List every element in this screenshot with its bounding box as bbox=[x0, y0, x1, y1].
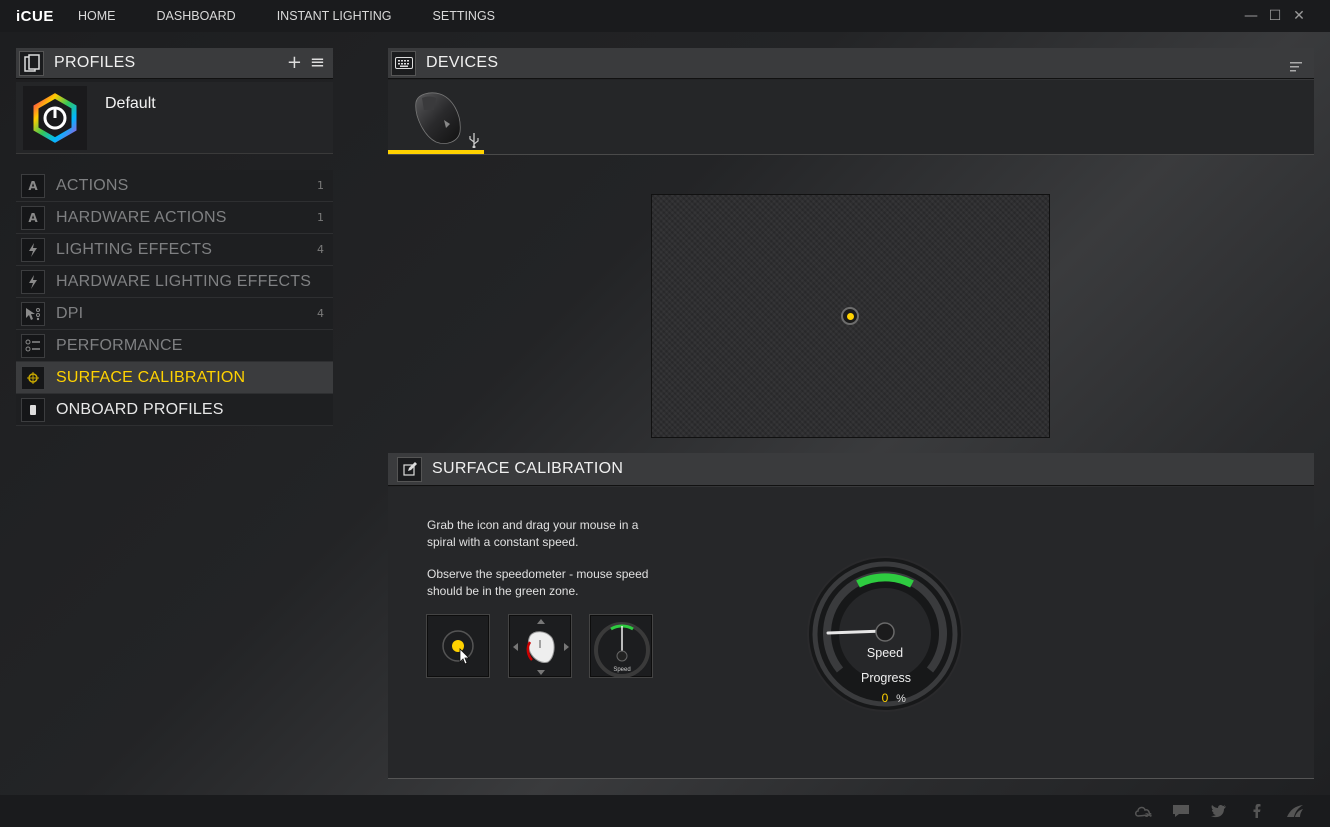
count-badge: 4 bbox=[317, 307, 324, 320]
count-badge: 1 bbox=[317, 179, 324, 192]
instruction-text-2: Observe the speedometer - mouse speed sh… bbox=[427, 567, 649, 598]
menu-item-hardware-lighting-effects[interactable]: HARDWARE LIGHTING EFFECTS bbox=[16, 266, 333, 298]
app-logo: iCUE bbox=[16, 7, 54, 25]
twitter-icon[interactable] bbox=[1210, 803, 1228, 819]
nav-dashboard[interactable]: DASHBOARD bbox=[157, 9, 236, 23]
calibration-header: SURFACE CALIBRATION bbox=[388, 453, 1314, 486]
performance-icon bbox=[21, 333, 45, 358]
profiles-title: PROFILES bbox=[54, 54, 136, 71]
chat-icon[interactable] bbox=[1172, 803, 1190, 819]
step-speedometer-tile: Speed bbox=[589, 614, 653, 678]
status-bar: 24 bbox=[0, 795, 1330, 827]
speedometer-gauge: Speed Progress 0 % bbox=[807, 556, 963, 712]
profile-item-default[interactable]: Default bbox=[16, 82, 333, 154]
nav-home[interactable]: HOME bbox=[78, 9, 116, 23]
progress-unit: % bbox=[896, 693, 906, 705]
menu-item-onboard-profiles[interactable]: ONBOARD PROFILES bbox=[16, 394, 333, 426]
svg-text:24: 24 bbox=[1145, 813, 1152, 818]
profile-name: Default bbox=[105, 95, 156, 112]
step-grab-icon-tile bbox=[426, 614, 490, 678]
title-bar: iCUE HOME DASHBOARD INSTANT LIGHTING SET… bbox=[0, 0, 1330, 32]
count-badge: 4 bbox=[317, 243, 324, 256]
a-icon: A bbox=[21, 173, 45, 198]
profile-menu: A ACTIONS 1 A HARDWARE ACTIONS 1 LIGHTIN… bbox=[16, 170, 333, 426]
devices-header: DEVICES bbox=[388, 48, 1314, 79]
menu-item-actions[interactable]: A ACTIONS 1 bbox=[16, 170, 333, 202]
lightning-icon bbox=[21, 269, 45, 294]
grab-cursor-icon bbox=[442, 630, 474, 665]
usb-icon bbox=[469, 133, 479, 148]
instruction-text-1: Grab the icon and drag your mouse in a s… bbox=[427, 518, 639, 549]
crosshair-icon bbox=[21, 365, 45, 390]
maximize-button[interactable]: ☐ bbox=[1268, 6, 1282, 26]
mouse-move-icon bbox=[513, 619, 569, 675]
speed-label: Speed bbox=[867, 646, 903, 660]
menu-item-surface-calibration[interactable]: SURFACE CALIBRATION bbox=[16, 362, 333, 394]
calibration-target-handle[interactable] bbox=[841, 307, 859, 325]
profiles-icon bbox=[19, 50, 44, 76]
memory-icon bbox=[21, 397, 45, 422]
step-mouse-drag-tile bbox=[508, 614, 572, 678]
menu-item-dpi[interactable]: DPI 4 bbox=[16, 298, 333, 330]
devices-title: DEVICES bbox=[426, 54, 499, 71]
nav-instant-lighting[interactable]: INSTANT LIGHTING bbox=[277, 9, 392, 23]
a-icon: A bbox=[21, 205, 45, 230]
count-badge: 1 bbox=[317, 211, 324, 224]
dpi-icon bbox=[21, 301, 45, 326]
lightning-icon bbox=[21, 237, 45, 262]
calibration-title: SURFACE CALIBRATION bbox=[432, 460, 624, 477]
corsair-logo-icon[interactable] bbox=[1286, 803, 1304, 819]
device-tab-mouse[interactable] bbox=[388, 80, 484, 154]
edit-icon bbox=[397, 456, 422, 482]
keyboard-icon bbox=[391, 50, 416, 76]
menu-item-hardware-actions[interactable]: A HARDWARE ACTIONS 1 bbox=[16, 202, 333, 234]
minimize-button[interactable]: — bbox=[1244, 6, 1258, 26]
device-list-menu-icon[interactable] bbox=[1290, 57, 1302, 76]
calibration-body: Grab the icon and drag your mouse in a s… bbox=[388, 487, 1314, 779]
menu-item-lighting-effects[interactable]: LIGHTING EFFECTS 4 bbox=[16, 234, 333, 266]
calibration-surface-area[interactable] bbox=[651, 194, 1050, 438]
progress-value: 0 bbox=[882, 691, 889, 705]
menu-item-performance[interactable]: PERFORMANCE bbox=[16, 330, 333, 362]
mini-speedometer-icon: Speed bbox=[594, 622, 650, 678]
nav-settings[interactable]: SETTINGS bbox=[433, 9, 496, 23]
profile-menu-button[interactable]: ≡ bbox=[310, 53, 325, 73]
facebook-icon[interactable] bbox=[1248, 803, 1266, 819]
close-button[interactable]: ✕ bbox=[1292, 6, 1306, 26]
profiles-header: PROFILES + ≡ bbox=[16, 48, 333, 79]
mini-speed-label: Speed bbox=[613, 667, 630, 673]
cloud-sync-icon[interactable]: 24 bbox=[1134, 803, 1152, 819]
icue-logo-icon bbox=[23, 86, 87, 150]
progress-label: Progress bbox=[861, 671, 911, 685]
add-profile-button[interactable]: + bbox=[287, 53, 302, 73]
device-tab-strip bbox=[388, 80, 1314, 155]
